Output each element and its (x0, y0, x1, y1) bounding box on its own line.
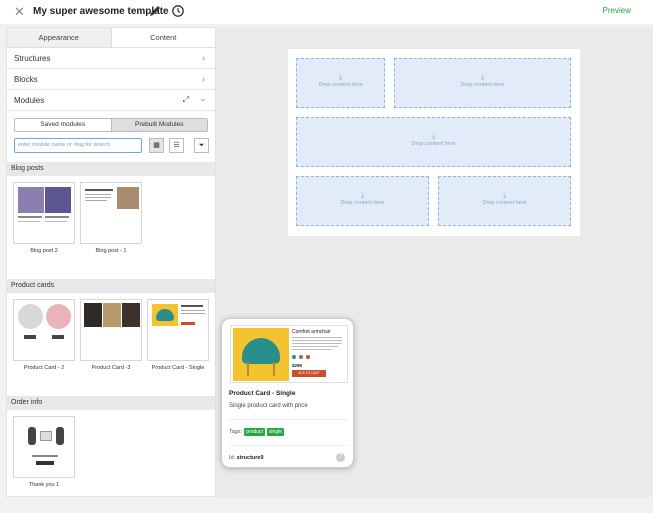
module-toggle: Saved modules Prebuilt Modules (14, 118, 208, 132)
tab-content[interactable]: Content (112, 28, 216, 47)
section-structures-label: Structures (14, 53, 51, 63)
module-preview-popup: Comfort armchair $295 ADD TO CART Produc… (221, 318, 354, 468)
preview-button[interactable]: Preview (603, 6, 631, 15)
download-icon: ⤓ (360, 192, 365, 199)
email-body: ⤓ Drop content here ⤓ Drop content here … (288, 49, 580, 236)
tab-appearance[interactable]: Appearance (7, 28, 112, 47)
sidebar-panel: Appearance Content Structures › Blocks ›… (6, 27, 216, 497)
download-icon: ⤓ (338, 74, 343, 81)
drop-zone[interactable]: ⤓ Drop content here (438, 176, 571, 226)
section-blocks[interactable]: Blocks › (7, 69, 215, 90)
drop-zone-text: Drop content here (411, 141, 456, 147)
history-icon[interactable] (171, 4, 185, 18)
popup-description: Single product card with price (229, 403, 308, 409)
prebuilt-modules-button[interactable]: Prebuilt Modules (110, 119, 207, 131)
drop-zone[interactable]: ⤓ Drop content here (296, 58, 385, 108)
blog-post-2-preview (13, 182, 75, 244)
chevron-down-icon: › (198, 98, 209, 102)
id-value: structure9 (236, 455, 264, 461)
thumb-add-to-cart: ADD TO CART (292, 370, 326, 377)
divider (229, 419, 348, 420)
order-info-grid: Thank you 1 (7, 410, 215, 513)
section-blocks-label: Blocks (14, 74, 38, 84)
popup-title: Product Card - Single (229, 390, 296, 397)
download-icon: ⤓ (431, 133, 436, 140)
pencil-icon[interactable] (148, 4, 162, 18)
drop-zone-text: Drop content here (340, 200, 385, 206)
product-card-single-preview (147, 299, 209, 361)
drop-zone[interactable]: ⤓ Drop content here (296, 176, 429, 226)
drop-zone[interactable]: ⤓ Drop content here (296, 117, 571, 167)
tag-single: single (266, 428, 284, 436)
category-product-cards: Product cards (7, 279, 215, 293)
module-label: Product Card - Single (151, 365, 205, 371)
category-blog-posts: Blog posts (7, 162, 215, 176)
search-row: enter module name or #tag for search ▦ ☰… (7, 138, 215, 162)
drop-zone-text: Drop content here (460, 82, 505, 88)
module-label: Blog post 2 (30, 248, 58, 254)
product-cards-grid: Product Card - 2 Product Card -3 Product… (7, 293, 215, 396)
chevron-right-icon: › (202, 53, 205, 63)
thank-you-1-preview (13, 416, 75, 478)
module-blog-post-1[interactable]: Blog post - 1 (80, 182, 142, 279)
help-icon[interactable]: ? (336, 453, 345, 462)
product-card-3-preview (80, 299, 142, 361)
top-bar: ✕ My super awesome template Preview (0, 0, 653, 24)
list-view-icon[interactable]: ☰ (169, 138, 184, 153)
chair-image (233, 328, 289, 381)
tag-product: product (244, 428, 265, 436)
module-blog-post-2[interactable]: Blog post 2 (13, 182, 75, 279)
blog-post-1-preview (80, 182, 142, 244)
filter-icon[interactable]: ⏷ (194, 138, 209, 153)
product-card-2-preview (13, 299, 75, 361)
tags-label: Tags: (229, 429, 243, 435)
drop-zone[interactable]: ⤓ Drop content here (394, 58, 571, 108)
module-label: Product Card -3 (91, 365, 131, 371)
module-product-card-3[interactable]: Product Card -3 (80, 299, 142, 396)
download-icon: ⤓ (480, 74, 485, 81)
drop-zone-text: Drop content here (482, 200, 527, 206)
sidebar-tabs: Appearance Content (7, 28, 215, 48)
chevron-right-icon: › (202, 74, 205, 84)
module-label: Product Card - 2 (23, 365, 65, 371)
close-icon[interactable]: ✕ (14, 4, 25, 20)
popup-id: Id: structure9 (229, 455, 264, 461)
product-preview-image: Comfort armchair $295 ADD TO CART (230, 325, 348, 383)
section-modules[interactable]: Modules ⤢ › (7, 90, 215, 111)
thumb-product-title: Comfort armchair (292, 329, 331, 335)
popup-tags: Tags: product single (229, 428, 284, 436)
saved-modules-button[interactable]: Saved modules (15, 119, 111, 131)
section-structures[interactable]: Structures › (7, 48, 215, 69)
category-order-info: Order info (7, 396, 215, 410)
module-product-card-single[interactable]: Product Card - Single (147, 299, 209, 396)
section-modules-label: Modules (14, 95, 45, 105)
module-search-input[interactable]: enter module name or #tag for search (14, 138, 142, 153)
thumb-price: $295 (292, 363, 303, 368)
grid-view-icon[interactable]: ▦ (149, 138, 164, 153)
blog-posts-grid: Blog post 2 Blog post - 1 (7, 176, 215, 279)
expand-icon[interactable]: ⤢ (183, 95, 189, 105)
module-product-card-2[interactable]: Product Card - 2 (13, 299, 75, 396)
module-label: Thank you 1 (28, 482, 60, 488)
module-label: Blog post - 1 (95, 248, 127, 254)
download-icon: ⤓ (502, 192, 507, 199)
module-thank-you-1[interactable]: Thank you 1 (13, 416, 75, 513)
divider (229, 445, 348, 446)
id-label: Id: (229, 455, 236, 461)
drop-zone-text: Drop content here (318, 82, 363, 88)
